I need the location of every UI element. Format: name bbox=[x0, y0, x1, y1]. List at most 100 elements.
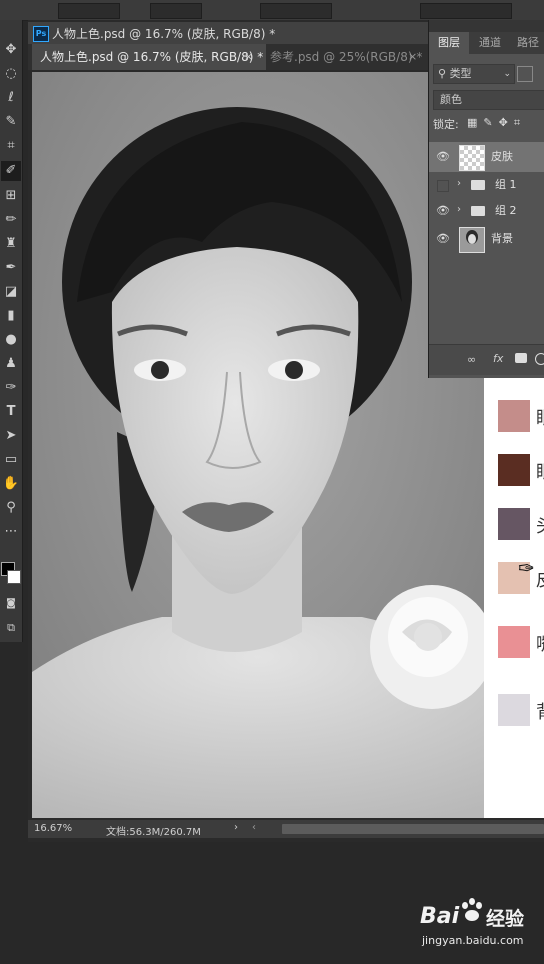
options-field[interactable] bbox=[58, 3, 120, 19]
status-arrow-icon[interactable]: › bbox=[234, 822, 238, 833]
visibility-eye-icon[interactable]: 👁 bbox=[435, 142, 451, 168]
more-tools-icon[interactable]: ⋯ bbox=[1, 522, 21, 542]
lock-label: 锁定: bbox=[433, 118, 459, 131]
tab-layers[interactable]: 图层 bbox=[429, 32, 469, 54]
blend-mode-select[interactable]: 颜色 bbox=[433, 90, 544, 110]
healing-icon[interactable]: ⊞ bbox=[1, 186, 21, 206]
watermark-brand: Bai bbox=[420, 904, 460, 929]
expand-arrow-icon[interactable]: › bbox=[457, 204, 461, 215]
tab-document-main[interactable]: 人物上色.psd @ 16.7% (皮肤, RGB/8) * × bbox=[32, 44, 266, 70]
adjustment-icon[interactable] bbox=[535, 353, 544, 365]
swatch-eye-1 bbox=[498, 400, 530, 432]
tab-document-reference[interactable]: 参考.psd @ 25%(RGB/8) * × bbox=[262, 44, 438, 70]
link-icon[interactable]: ∞ bbox=[467, 353, 476, 366]
screen-mode-icon[interactable]: ⧉ bbox=[1, 618, 21, 638]
panel-header bbox=[429, 20, 544, 32]
layer-row-group-2[interactable]: 👁 › 组 2 bbox=[429, 198, 544, 224]
window-title: 人物上色.psd @ 16.7% (皮肤, RGB/8) * bbox=[52, 27, 276, 41]
folder-icon bbox=[471, 206, 485, 216]
crop-icon[interactable]: ⌗ bbox=[1, 136, 21, 156]
tab-channels[interactable]: 通道 bbox=[473, 32, 507, 54]
document-tab-bar: 人物上色.psd @ 16.7% (皮肤, RGB/8) * × 参考.psd … bbox=[28, 44, 430, 70]
tab-label: 参考.psd @ 25%(RGB/8) * bbox=[270, 50, 423, 64]
layers-panel-tabs: 图层 通道 路径 bbox=[429, 32, 544, 54]
lasso-icon[interactable]: ℓ bbox=[1, 88, 21, 108]
zoom-level[interactable]: 16.67% bbox=[34, 823, 72, 834]
eyedropper-icon[interactable]: ✐ bbox=[1, 161, 21, 181]
filter-label: 类型 bbox=[449, 67, 472, 80]
quick-mask-icon[interactable]: ◙ bbox=[1, 594, 21, 614]
layer-name: 组 1 bbox=[495, 178, 517, 191]
pen-icon[interactable]: ✑ bbox=[1, 378, 21, 398]
canvas[interactable] bbox=[32, 72, 484, 818]
mask-icon[interactable] bbox=[515, 353, 527, 363]
watermark-url: jingyan.baidu.com bbox=[422, 934, 524, 947]
options-field[interactable] bbox=[420, 3, 512, 19]
dodge-icon[interactable]: ♟ bbox=[1, 354, 21, 374]
swatch-label: 嘴 bbox=[536, 630, 544, 656]
swatch-eye-2 bbox=[498, 454, 530, 486]
swatch-label: 眼 bbox=[536, 404, 544, 430]
layers-footer: ∞ fx bbox=[429, 344, 544, 375]
photoshop-logo-icon: Ps bbox=[33, 26, 49, 42]
swatch-label: 眼 bbox=[536, 458, 544, 484]
history-brush-icon[interactable]: ✒ bbox=[1, 258, 21, 278]
options-bar bbox=[0, 0, 544, 21]
path-select-icon[interactable]: ➤ bbox=[1, 426, 21, 446]
swatch-label: 皮 bbox=[536, 566, 544, 592]
baidu-jingyan-watermark: Bai 经验 jingyan.baidu.com bbox=[420, 898, 544, 958]
swatch-background bbox=[498, 694, 530, 726]
portrait-photo bbox=[32, 72, 484, 818]
chevron-down-icon: ⌄ bbox=[503, 69, 511, 79]
hand-icon[interactable]: ✋ bbox=[1, 474, 21, 494]
watermark-brand-cn: 经验 bbox=[486, 908, 525, 930]
gradient-icon[interactable]: ▮ bbox=[1, 306, 21, 326]
background-color-swatch[interactable] bbox=[7, 570, 21, 584]
layer-filter-select[interactable]: ⚲ 类型 ⌄ bbox=[433, 64, 515, 84]
scroll-left-icon[interactable]: ‹ bbox=[252, 822, 256, 833]
layer-row-background[interactable]: 👁 背景 bbox=[429, 224, 544, 254]
search-icon: ⚲ bbox=[438, 67, 447, 80]
horizontal-scrollbar[interactable] bbox=[282, 824, 544, 834]
layer-name: 背景 bbox=[491, 232, 513, 245]
window-title-bar: Ps 人物上色.psd @ 16.7% (皮肤, RGB/8) * bbox=[28, 22, 430, 44]
fx-icon[interactable]: fx bbox=[493, 352, 503, 365]
lock-icons[interactable]: ▦✎✥⌗ bbox=[467, 116, 526, 130]
close-tab-icon[interactable]: × bbox=[408, 44, 417, 70]
swatch-hair bbox=[498, 508, 530, 540]
tab-label: 人物上色.psd @ 16.7% (皮肤, RGB/8) * bbox=[40, 50, 264, 64]
layer-row-skin[interactable]: 👁 皮肤 bbox=[429, 142, 544, 172]
eraser-icon[interactable]: ◪ bbox=[1, 282, 21, 302]
type-icon[interactable]: T bbox=[1, 402, 21, 422]
marquee-icon[interactable]: ◌ bbox=[1, 64, 21, 84]
layer-thumbnail-transparent bbox=[459, 145, 485, 171]
swatch-label: 头 bbox=[536, 512, 544, 538]
move-icon[interactable]: ✥ bbox=[1, 40, 21, 60]
blend-mode-label: 颜色 bbox=[440, 93, 462, 106]
rectangle-icon[interactable]: ▭ bbox=[1, 450, 21, 470]
quick-select-icon[interactable]: ✎ bbox=[1, 112, 21, 132]
toolbox: ✥ ◌ ℓ ✎ ⌗ ✐ ⊞ ✏ ♜ ✒ ◪ ▮ ● ♟ ✑ T ➤ ▭ ✋ ⚲ … bbox=[0, 20, 23, 642]
blur-icon[interactable]: ● bbox=[1, 330, 21, 350]
visibility-toggle-empty[interactable] bbox=[437, 180, 449, 192]
paw-logo-icon bbox=[460, 898, 484, 922]
color-reference-card: 眼 眼 头 皮 嘴 背 bbox=[484, 378, 544, 818]
visibility-eye-icon[interactable]: 👁 bbox=[435, 224, 451, 250]
layers-panel: 图层 通道 路径 ⚲ 类型 ⌄ 颜色 锁定: ▦✎✥⌗ 👁 皮肤 › 组 1 👁… bbox=[428, 20, 544, 378]
stamp-icon[interactable]: ♜ bbox=[1, 234, 21, 254]
filter-pixel-icon[interactable] bbox=[517, 66, 533, 82]
layer-row-group-1[interactable]: › 组 1 bbox=[429, 172, 544, 198]
layer-thumbnail-photo bbox=[459, 227, 485, 253]
swatch-lips bbox=[498, 626, 530, 658]
tab-paths[interactable]: 路径 bbox=[511, 32, 544, 54]
layer-name: 组 2 bbox=[495, 204, 517, 217]
expand-arrow-icon[interactable]: › bbox=[457, 178, 461, 189]
brush-icon[interactable]: ✏ bbox=[1, 210, 21, 230]
visibility-eye-icon[interactable]: 👁 bbox=[435, 198, 451, 224]
options-field[interactable] bbox=[260, 3, 332, 19]
options-field[interactable] bbox=[150, 3, 202, 19]
folder-icon bbox=[471, 180, 485, 190]
close-tab-icon[interactable]: × bbox=[244, 44, 253, 70]
doc-info[interactable]: 文档:56.3M/260.7M bbox=[106, 823, 201, 838]
zoom-icon[interactable]: ⚲ bbox=[1, 498, 21, 518]
